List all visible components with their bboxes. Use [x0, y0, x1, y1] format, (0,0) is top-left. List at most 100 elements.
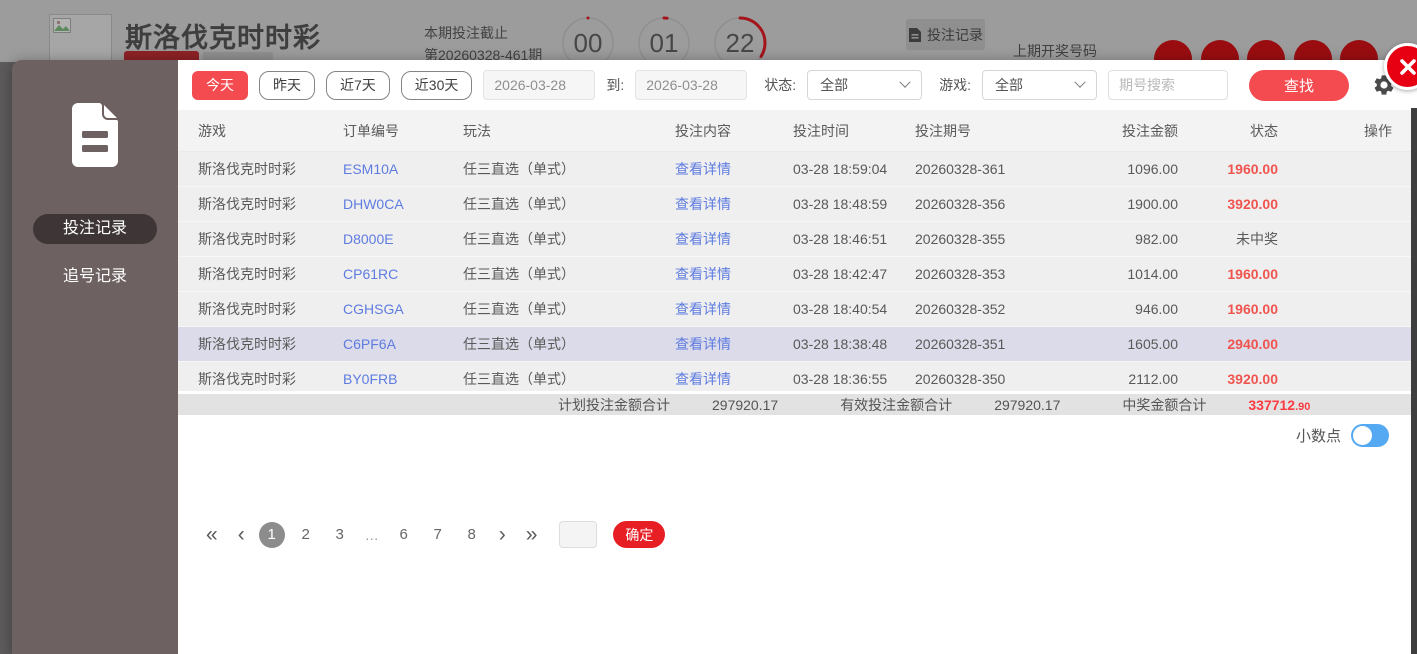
- period-search-input[interactable]: [1108, 70, 1228, 100]
- cell-time: 03-28 18:36:55: [793, 371, 915, 387]
- view-details-link[interactable]: 查看详情: [675, 161, 731, 177]
- game-logo-placeholder: [49, 14, 112, 62]
- cell-period: 20260328-355: [915, 231, 1083, 247]
- cell-order: CP61RC: [343, 266, 463, 282]
- column-header-period: 投注期号: [915, 121, 1083, 141]
- date-from-input[interactable]: [483, 70, 595, 100]
- page-button-6[interactable]: 6: [391, 522, 417, 548]
- last-page-button[interactable]: »: [520, 524, 544, 545]
- valid-total-label: 有效投注金额合计: [840, 395, 952, 415]
- page-button-1[interactable]: 1: [259, 522, 285, 548]
- confirm-button[interactable]: 确定: [613, 521, 665, 548]
- table-row[interactable]: 斯洛伐克时时彩DHW0CA任三直选（单式）查看详情03-28 18:48:592…: [178, 187, 1417, 222]
- win-total-label: 中奖金额合计: [1122, 395, 1206, 415]
- order-number-link[interactable]: CP61RC: [343, 266, 398, 282]
- cell-game: 斯洛伐克时时彩: [178, 159, 343, 179]
- order-number-link[interactable]: C6PF6A: [343, 336, 396, 352]
- order-number-link[interactable]: DHW0CA: [343, 196, 404, 212]
- order-number-link[interactable]: CGHSGA: [343, 301, 404, 317]
- cell-order: ESM10A: [343, 161, 463, 177]
- filter-7days-button[interactable]: 近7天: [326, 71, 390, 100]
- plan-total-label: 计划投注金额合计: [558, 395, 670, 415]
- cell-play: 任三直选（单式）: [463, 194, 675, 214]
- cell-time: 03-28 18:46:51: [793, 231, 915, 247]
- first-page-button[interactable]: «: [200, 524, 224, 545]
- betting-record-button[interactable]: 投注记录: [905, 18, 986, 51]
- page-button-8[interactable]: 8: [459, 522, 485, 548]
- cell-time: 03-28 18:38:48: [793, 336, 915, 352]
- page-button-7[interactable]: 7: [425, 522, 451, 548]
- plan-total-value: 297920.17: [712, 397, 778, 413]
- date-to-input[interactable]: [635, 70, 747, 100]
- page-button-2[interactable]: 2: [293, 522, 319, 548]
- filter-30days-button[interactable]: 近30天: [401, 71, 473, 100]
- filter-yesterday-button[interactable]: 昨天: [259, 71, 315, 100]
- cell-play: 任三直选（单式）: [463, 264, 675, 284]
- view-details-link[interactable]: 查看详情: [675, 371, 731, 387]
- modal-sidebar: 投注记录 追号记录: [12, 60, 178, 654]
- filter-today-button[interactable]: 今天: [192, 71, 248, 100]
- view-details-link[interactable]: 查看详情: [675, 336, 731, 352]
- game-select[interactable]: 全部: [982, 70, 1097, 100]
- table-row[interactable]: 斯洛伐克时时彩BY0FRB任三直选（单式）查看详情03-28 18:36:552…: [178, 362, 1417, 391]
- next-page-button[interactable]: ›: [493, 524, 512, 545]
- cell-content: 查看详情: [675, 369, 793, 389]
- deadline-label: 本期投注截止: [424, 22, 542, 44]
- table-row[interactable]: 斯洛伐克时时彩CP61RC 任三直选（单式）查看详情 03-28 18:42:472…: [178, 257, 1417, 292]
- cell-amount: 1605.00: [1083, 336, 1178, 352]
- cell-content: 查看详情: [675, 159, 793, 179]
- table-row[interactable]: 斯洛伐克时时彩CGHSGA任三直选（单式）查看详情03-28 18:40:542…: [178, 292, 1417, 327]
- cell-game: 斯洛伐克时时彩: [178, 334, 343, 354]
- order-number-link[interactable]: BY0FRB: [343, 371, 397, 387]
- status-select[interactable]: 全部: [807, 70, 922, 100]
- to-label: 到:: [606, 75, 624, 95]
- table-row[interactable]: 斯洛伐克时时彩ESM10A任三直选（单式）查看详情03-28 18:59:042…: [178, 152, 1417, 187]
- cell-status: 2940.00: [1178, 336, 1278, 352]
- sidebar-item-chase-record[interactable]: 追号记录: [33, 262, 157, 292]
- column-header-amount: 投注金额: [1083, 121, 1178, 141]
- cell-amount: 1014.00: [1083, 266, 1178, 282]
- scrollbar[interactable]: [1411, 108, 1417, 654]
- view-details-link[interactable]: 查看详情: [675, 231, 731, 247]
- table-row[interactable]: 斯洛伐克时时彩D8000E任三直选（单式）查看详情03-28 18:46:512…: [178, 222, 1417, 257]
- page-button-3[interactable]: 3: [327, 522, 353, 548]
- order-number-link[interactable]: ESM10A: [343, 161, 398, 177]
- chevron-down-icon: [899, 77, 910, 88]
- toggle-knob: [1353, 426, 1372, 445]
- cell-amount: 982.00: [1083, 231, 1178, 247]
- cell-amount: 2112.00: [1083, 371, 1178, 387]
- decimal-toggle-group: 小数点: [1296, 424, 1389, 447]
- sidebar-item-betting-record[interactable]: 投注记录: [33, 214, 157, 244]
- valid-total-value: 297920.17: [994, 397, 1060, 413]
- page-jump-input[interactable]: [559, 521, 597, 548]
- cell-period: 20260328-351: [915, 336, 1083, 352]
- cell-play: 任三直选（单式）: [463, 159, 675, 179]
- cell-time: 03-28 18:40:54: [793, 301, 915, 317]
- view-details-link[interactable]: 查看详情: [675, 301, 731, 317]
- cell-status: 未中奖: [1178, 229, 1278, 249]
- decimal-toggle-label: 小数点: [1296, 425, 1341, 446]
- cell-game: 斯洛伐克时时彩: [178, 264, 343, 284]
- cell-amount: 1096.00: [1083, 161, 1178, 177]
- last-draw-label: 上期开奖号码: [1013, 41, 1097, 61]
- prev-page-button[interactable]: ‹: [232, 524, 251, 545]
- cell-order: CGHSGA: [343, 301, 463, 317]
- view-details-link[interactable]: 查看详情: [675, 196, 731, 212]
- chevron-down-icon: [1074, 77, 1085, 88]
- cell-period: 20260328-353: [915, 266, 1083, 282]
- search-button[interactable]: 查找: [1249, 70, 1349, 101]
- cell-time: 03-28 18:42:47: [793, 266, 915, 282]
- view-details-link[interactable]: 查看详情: [675, 266, 731, 282]
- column-header-game: 游戏: [178, 121, 343, 141]
- table-header-row: 游戏 订单编号 玩法 投注内容 投注时间 投注期号 投注金额 状态 操作: [178, 110, 1417, 152]
- decimal-toggle-switch[interactable]: [1351, 424, 1389, 447]
- broken-image-icon: [53, 18, 73, 36]
- table-row[interactable]: 斯洛伐克时时彩C6PF6A任三直选（单式）查看详情03-28 18:38:482…: [178, 327, 1417, 362]
- cell-play: 任三直选（单式）: [463, 334, 675, 354]
- order-number-link[interactable]: D8000E: [343, 231, 394, 247]
- column-header-operation: 操作: [1278, 121, 1417, 141]
- summary-row: 计划投注金额合计 297920.17 有效投注金额合计 297920.17 中奖…: [178, 391, 1417, 415]
- cell-time: 03-28 18:48:59: [793, 196, 915, 212]
- cell-amount: 1900.00: [1083, 196, 1178, 212]
- cell-game: 斯洛伐克时时彩: [178, 369, 343, 389]
